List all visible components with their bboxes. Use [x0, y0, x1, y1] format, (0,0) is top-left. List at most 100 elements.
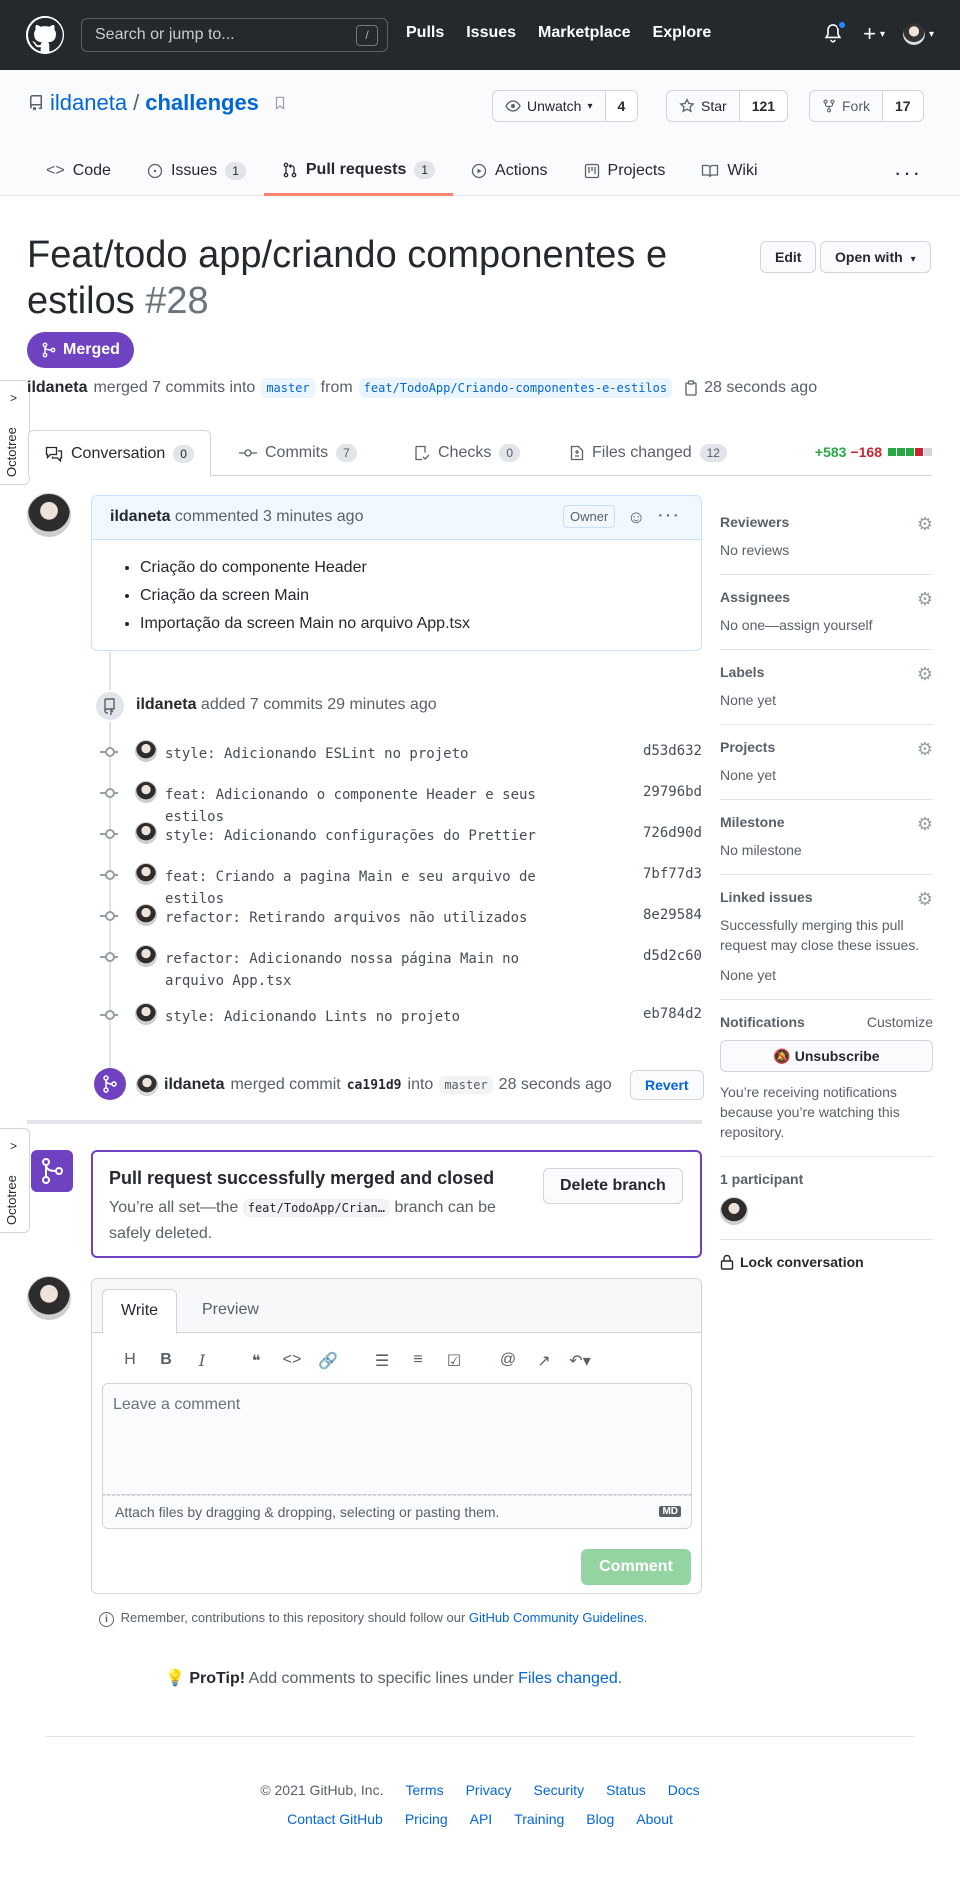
tab-issues[interactable]: Issues 1 [129, 146, 264, 196]
footer-link-terms[interactable]: Terms [405, 1782, 443, 1798]
github-logo-icon[interactable] [26, 16, 64, 54]
search-input[interactable]: Search or jump to... / [81, 18, 388, 52]
commit-author-avatar[interactable] [135, 822, 157, 844]
footer-link-status[interactable]: Status [606, 1782, 646, 1798]
gear-icon[interactable]: ⚙ [917, 889, 933, 910]
notifications-bell-icon[interactable] [823, 20, 848, 46]
revert-button[interactable]: Revert [630, 1070, 704, 1100]
footer-link-docs[interactable]: Docs [668, 1782, 700, 1798]
tab-checks[interactable]: Checks 0 [398, 430, 536, 476]
sidebar-heading[interactable]: Projects [720, 739, 933, 755]
sidebar-heading[interactable]: Reviewers [720, 514, 933, 530]
commit-message[interactable]: style: Adicionando ESLint no projeto [165, 743, 585, 765]
commit-author-avatar[interactable] [135, 945, 157, 967]
commit-sha[interactable]: 726d90d [643, 825, 702, 841]
participant-avatar[interactable] [720, 1197, 748, 1225]
gear-icon[interactable]: ⚙ [917, 664, 933, 685]
delete-branch-button[interactable]: Delete branch [543, 1168, 683, 1204]
sidebar-heading[interactable]: Milestone [720, 814, 933, 830]
commit-author-avatar[interactable] [135, 740, 157, 762]
quote-icon[interactable]: ❝ [238, 1351, 274, 1371]
sidebar-value[interactable]: No one—assign yourself [720, 615, 933, 635]
commit-author-avatar[interactable] [135, 904, 157, 926]
commit-message[interactable]: feat: Adicionando o componente Header e … [165, 784, 585, 828]
octotree-toggle[interactable]: > Octotree [0, 380, 30, 485]
footer-link-training[interactable]: Training [514, 1811, 564, 1827]
bold-icon[interactable]: B [148, 1351, 184, 1371]
repo-name-link[interactable]: challenges [145, 90, 259, 116]
tab-projects[interactable]: Projects [566, 146, 684, 196]
star-count[interactable]: 121 [738, 91, 788, 121]
commit-sha[interactable]: 29796bd [643, 784, 702, 800]
fork-button[interactable]: Fork [810, 91, 882, 121]
nav-explore[interactable]: Explore [653, 24, 712, 42]
current-user-avatar[interactable] [27, 1276, 71, 1320]
nav-pulls[interactable]: Pulls [406, 24, 444, 42]
watch-count[interactable]: 4 [604, 91, 638, 121]
nav-issues[interactable]: Issues [466, 24, 516, 42]
commit-sha[interactable]: 8e29584 [643, 907, 702, 923]
commits-event-author[interactable]: ildaneta [136, 696, 196, 713]
footer-link-blog[interactable]: Blog [586, 1811, 614, 1827]
tab-wiki[interactable]: Wiki [683, 146, 775, 196]
smiley-icon[interactable]: ☺ [627, 507, 645, 528]
comment-textarea[interactable]: Leave a comment [102, 1383, 692, 1495]
community-guidelines-link[interactable]: GitHub Community Guidelines [469, 1610, 644, 1625]
footer-link-about[interactable]: About [636, 1811, 673, 1827]
lock-conversation-button[interactable]: Lock conversation [720, 1240, 933, 1284]
merge-event-author[interactable]: ildaneta [164, 1076, 224, 1094]
more-tabs-icon[interactable]: ··· [894, 160, 922, 186]
octotree-toggle-secondary[interactable]: > Octotree [0, 1128, 30, 1233]
sidebar-heading[interactable]: Labels [720, 664, 933, 680]
copy-icon[interactable] [684, 380, 698, 396]
tab-files-changed[interactable]: Files changed 12 [554, 430, 743, 476]
sidebar-heading[interactable]: Linked issues [720, 889, 933, 905]
file-attach-area[interactable]: Attach files by dragging & dropping, sel… [102, 1495, 692, 1529]
commit-author-avatar[interactable] [135, 863, 157, 885]
tab-conversation[interactable]: Conversation 0 [28, 430, 211, 477]
comment-author-avatar[interactable] [27, 493, 71, 537]
merger-avatar[interactable] [136, 1074, 158, 1096]
user-menu[interactable]: ▾ [902, 23, 934, 45]
commit-sha[interactable]: 7bf77d3 [643, 866, 702, 882]
fork-count[interactable]: 17 [882, 91, 923, 121]
cross-reference-icon[interactable]: ↗ [526, 1351, 562, 1371]
commit-message[interactable]: style: Adicionando configurações do Pret… [165, 825, 585, 847]
commit-message[interactable]: style: Adicionando Lints no projeto [165, 1006, 585, 1028]
pr-author-link[interactable]: ildaneta [27, 379, 87, 397]
tab-preview[interactable]: Preview [184, 1289, 277, 1333]
heading-icon[interactable]: H [112, 1351, 148, 1371]
tab-write[interactable]: Write [102, 1289, 178, 1334]
commit-sha[interactable]: d53d632 [643, 743, 702, 759]
files-changed-link[interactable]: Files changed [518, 1670, 618, 1687]
gear-icon[interactable]: ⚙ [917, 814, 933, 835]
unsubscribe-button[interactable]: 🔕 Unsubscribe [720, 1040, 933, 1072]
nav-marketplace[interactable]: Marketplace [538, 24, 631, 42]
footer-link-api[interactable]: API [470, 1811, 493, 1827]
comment-submit-button[interactable]: Comment [581, 1549, 691, 1585]
footer-link-contact[interactable]: Contact GitHub [287, 1811, 383, 1827]
commit-sha[interactable]: d5d2c60 [643, 948, 702, 964]
commit-message[interactable]: feat: Criando a pagina Main e seu arquiv… [165, 866, 585, 910]
tab-commits[interactable]: Commits 7 [223, 430, 373, 476]
gear-icon[interactable]: ⚙ [917, 739, 933, 760]
commit-author-avatar[interactable] [135, 781, 157, 803]
italic-icon[interactable]: I [184, 1351, 220, 1371]
unordered-list-icon[interactable]: ☰ [364, 1351, 400, 1371]
commit-author-avatar[interactable] [135, 1003, 157, 1025]
footer-link-security[interactable]: Security [534, 1782, 585, 1798]
create-new-dropdown[interactable]: + ▾ [863, 23, 885, 45]
base-branch-label[interactable]: master [261, 378, 315, 398]
ordered-list-icon[interactable]: ≡ [400, 1351, 436, 1371]
task-list-icon[interactable]: ☑ [436, 1351, 472, 1371]
mention-icon[interactable]: @ [490, 1351, 526, 1371]
head-branch-label[interactable]: feat/TodoApp/Criando-componentes-e-estil… [358, 378, 673, 398]
gear-icon[interactable]: ⚙ [917, 589, 933, 610]
star-button[interactable]: Star [667, 91, 739, 121]
kebab-horizontal-icon[interactable]: ··· [657, 504, 680, 527]
unwatch-button[interactable]: Unwatch ▾ [493, 91, 605, 121]
repo-owner-link[interactable]: ildaneta [50, 90, 127, 116]
tab-actions[interactable]: Actions [453, 146, 565, 196]
edit-title-button[interactable]: Edit [760, 241, 817, 273]
commit-sha[interactable]: eb784d2 [643, 1006, 702, 1022]
